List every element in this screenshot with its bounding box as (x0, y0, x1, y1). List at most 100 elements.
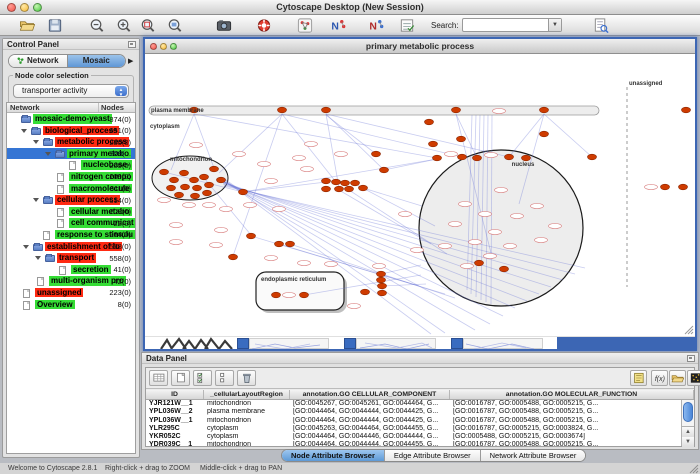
column-header-region[interactable]: _cellularLayoutRegion (204, 390, 290, 399)
table-row-ylr295c[interactable]: YLR295Ccytoplasm[GO:0045263, GO:0044464,… (146, 425, 681, 433)
graph-node[interactable] (322, 107, 331, 113)
annotation-icon[interactable] (398, 17, 416, 34)
graph-node[interactable] (286, 241, 295, 247)
window-resize-grip[interactable] (689, 464, 699, 474)
graph-node[interactable] (361, 289, 370, 295)
graph-node[interactable] (170, 177, 179, 183)
graph-node[interactable] (210, 166, 219, 172)
tree-header[interactable]: Network Nodes (7, 103, 135, 113)
graph-node[interactable] (200, 174, 209, 180)
graph-node[interactable] (682, 107, 691, 113)
tree-row-secretion[interactable]: secretion41(0) (7, 264, 135, 276)
column-header-molecular-function[interactable]: annotation.GO MOLECULAR_FUNCTION (450, 390, 694, 399)
tree-row-cellular-process[interactable]: cellular process614(0) (7, 194, 135, 206)
zoom-out-icon[interactable] (88, 17, 106, 34)
table-row-ypl036w__1[interactable]: YPL036W__1mitochondrion[GO:0044464, GO:0… (146, 417, 681, 425)
table-scrollbar[interactable]: ▲ ▼ (681, 400, 694, 446)
tree-row-nitrogen-compo[interactable]: nitrogen compo209(0) (7, 171, 135, 183)
graph-node[interactable] (457, 136, 466, 142)
graph-node[interactable] (500, 266, 509, 272)
table-row-ykr052c[interactable]: YKR052Ccytoplasm[GO:0044464, GO:0044446,… (146, 433, 681, 441)
tree-row-unassigned[interactable]: unassigned223(0) (7, 287, 135, 299)
graph-node[interactable] (372, 151, 381, 157)
graph-node[interactable] (278, 107, 287, 113)
graph-node[interactable] (380, 167, 389, 173)
scroll-up-icon[interactable]: ▲ (682, 427, 694, 437)
graph-node[interactable] (322, 186, 331, 192)
graph-node[interactable] (205, 182, 214, 188)
graph-node[interactable] (429, 141, 438, 147)
tree-row-nucleobase-[interactable]: nucleobase-209(0) (7, 159, 135, 171)
graph-node[interactable] (335, 186, 344, 192)
expand-arrow-icon[interactable] (35, 256, 41, 260)
column-header-id[interactable]: ID (146, 390, 204, 399)
import-attributes-button[interactable] (669, 370, 686, 386)
graph-node[interactable] (247, 233, 256, 239)
unselect-attributes-button[interactable] (215, 370, 234, 386)
graph-node[interactable] (378, 290, 387, 296)
graph-node[interactable] (181, 184, 190, 190)
new-attribute-button[interactable] (171, 370, 190, 386)
tree-row-label[interactable]: Overview (35, 300, 75, 310)
tree-row-cellular-metabo[interactable]: cellular metabo209(0) (7, 206, 135, 218)
save-icon[interactable] (46, 17, 64, 34)
graph-node[interactable] (345, 186, 354, 192)
tree-row-overview[interactable]: Overview8(0) (7, 299, 135, 311)
graph-node[interactable] (160, 169, 169, 175)
graph-node[interactable] (433, 155, 442, 161)
create-network-icon[interactable] (296, 17, 314, 34)
dropdown-stepper-icon[interactable]: ▲▼ (115, 86, 127, 96)
graph-node[interactable] (588, 154, 597, 160)
tree-row-macromolecule[interactable]: macromolecule311(0) (7, 183, 135, 195)
network-graph[interactable]: plasma membranecytoplasmmitochondrionnuc… (145, 54, 695, 336)
tab-edge-attribute-browser[interactable]: Edge Attribute Browser (385, 450, 481, 461)
table-row-ydr039c__1[interactable]: YDR039C__1mitochondrion[GO:0044464, GO:0… (146, 441, 681, 446)
graph-node[interactable] (275, 241, 284, 247)
scrollbar-thumb[interactable] (683, 402, 693, 422)
tree-row-multi-organism-pro[interactable]: multi-organism pro42(0) (7, 275, 135, 287)
table-row-ypl036w__2[interactable]: YPL036W__2plasma membrane[GO:0044464, GO… (146, 408, 681, 416)
snapshot-icon[interactable] (215, 17, 233, 34)
node-color-dropdown[interactable]: transporter activity ▲▼ (13, 84, 129, 98)
graph-node[interactable] (540, 131, 549, 137)
graph-node[interactable] (378, 283, 387, 289)
tree-column-nodes[interactable]: Nodes (99, 103, 135, 112)
tab-node-attribute-browser[interactable]: Node Attribute Browser (282, 450, 385, 461)
expand-network-icon[interactable]: N (367, 17, 385, 34)
graph-node[interactable] (505, 154, 514, 160)
tree-row-response-to-stimulu[interactable]: response to stimulu264(0) (7, 229, 135, 241)
open-file-icon[interactable] (18, 17, 36, 34)
graph-node[interactable] (175, 192, 184, 198)
graph-node[interactable] (540, 107, 549, 113)
expand-arrow-icon[interactable] (33, 198, 39, 202)
graph-node[interactable] (229, 254, 238, 260)
zoom-fit-icon[interactable] (166, 17, 184, 34)
graph-node[interactable] (300, 292, 309, 298)
graph-node[interactable] (452, 107, 461, 113)
table-mode-button[interactable] (149, 370, 168, 386)
graph-node[interactable] (239, 189, 248, 195)
tree-row-primary-metabo[interactable]: primary metabo209(... (7, 148, 135, 160)
graph-node[interactable] (341, 180, 350, 186)
tab-mosaic[interactable]: Mosaic (68, 55, 126, 67)
float-data-panel-icon[interactable] (687, 355, 695, 362)
tree-row-label[interactable]: biological_process (43, 126, 119, 136)
graph-node[interactable] (191, 193, 200, 199)
expand-arrow-icon[interactable] (33, 140, 39, 144)
graph-node[interactable] (217, 177, 226, 183)
tree-row-biological-process[interactable]: biological_process651(0) (7, 125, 135, 137)
graph-node[interactable] (332, 179, 341, 185)
network-frame-titlebar[interactable]: primary metabolic process (145, 39, 695, 54)
tree-row-label[interactable]: mosaic-demo-yeast (33, 114, 112, 124)
frame-resize-grip[interactable] (684, 325, 694, 335)
graph-node[interactable] (190, 177, 199, 183)
zoom-selected-icon[interactable] (139, 17, 157, 34)
graph-node[interactable] (522, 155, 531, 161)
help-ring-icon[interactable] (255, 17, 273, 34)
graph-node[interactable] (679, 184, 688, 190)
tree-row-mosaic-demo-yeast[interactable]: mosaic-demo-yeast874(0) (7, 113, 135, 125)
tab-network[interactable]: Network (9, 55, 67, 67)
scroll-down-icon[interactable]: ▼ (682, 437, 694, 447)
column-header-cellular-component[interactable]: annotation.GO CELLULAR_COMPONENT (290, 390, 450, 399)
network-canvas[interactable]: plasma membranecytoplasmmitochondrionnuc… (145, 54, 695, 336)
